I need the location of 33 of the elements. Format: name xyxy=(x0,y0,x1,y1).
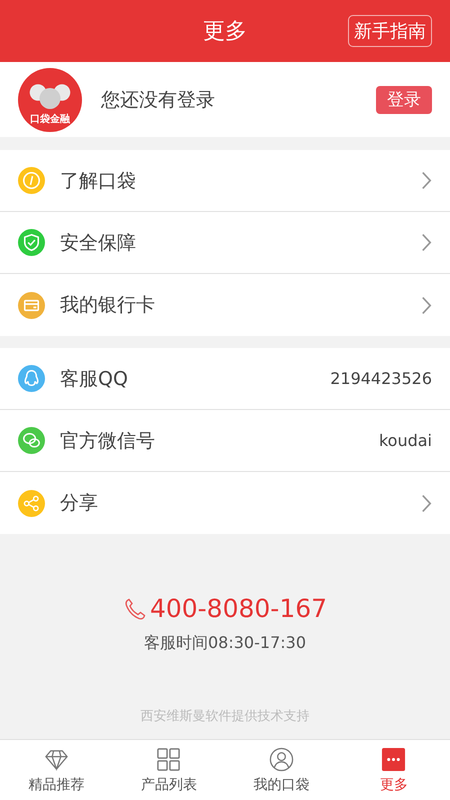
menu-label: 了解口袋 xyxy=(60,168,137,194)
phone-number[interactable]: 400-8080-167 xyxy=(150,594,328,623)
menu-value: 2194423526 xyxy=(330,369,432,388)
more-icon xyxy=(381,746,406,772)
menu-item[interactable]: 客服QQ 2194423526 xyxy=(0,348,450,410)
chevron-right-icon xyxy=(421,494,432,512)
service-hours: 客服时间08:30-17:30 xyxy=(144,633,306,654)
menu-label: 安全保障 xyxy=(60,230,137,256)
menu-item[interactable]: 我的银行卡 xyxy=(0,274,450,336)
menu-item[interactable]: 官方微信号 koudai xyxy=(0,410,450,472)
menu-label: 分享 xyxy=(60,491,99,516)
chevron-right-icon xyxy=(421,171,432,190)
menu-item[interactable]: 安全保障 xyxy=(0,212,450,274)
guide-button[interactable]: 新手指南 xyxy=(348,15,432,47)
login-button[interactable]: 登录 xyxy=(376,86,432,114)
tab[interactable]: 更多 xyxy=(338,740,450,800)
chevron-right-icon xyxy=(421,233,432,252)
menu-value: koudai xyxy=(378,431,432,450)
menu-label: 官方微信号 xyxy=(60,428,156,454)
logo-text: 口袋金融 xyxy=(30,112,70,126)
menu-label: 客服QQ xyxy=(60,366,129,392)
page-title: 更多 xyxy=(203,18,247,46)
menu-item[interactable]: 了解口袋 xyxy=(0,150,450,212)
phone-icon xyxy=(122,596,147,620)
grid-icon xyxy=(156,746,182,772)
chevron-right-icon xyxy=(421,296,432,314)
tab[interactable]: 我的口袋 xyxy=(225,740,338,800)
person-icon xyxy=(268,746,294,772)
menu-label: 我的银行卡 xyxy=(60,293,156,318)
login-status: 您还没有登录 xyxy=(101,88,216,112)
tab[interactable]: 精品推荐 xyxy=(0,740,112,800)
menu-item[interactable]: 分享 xyxy=(0,472,450,534)
tab[interactable]: 产品列表 xyxy=(112,740,225,800)
